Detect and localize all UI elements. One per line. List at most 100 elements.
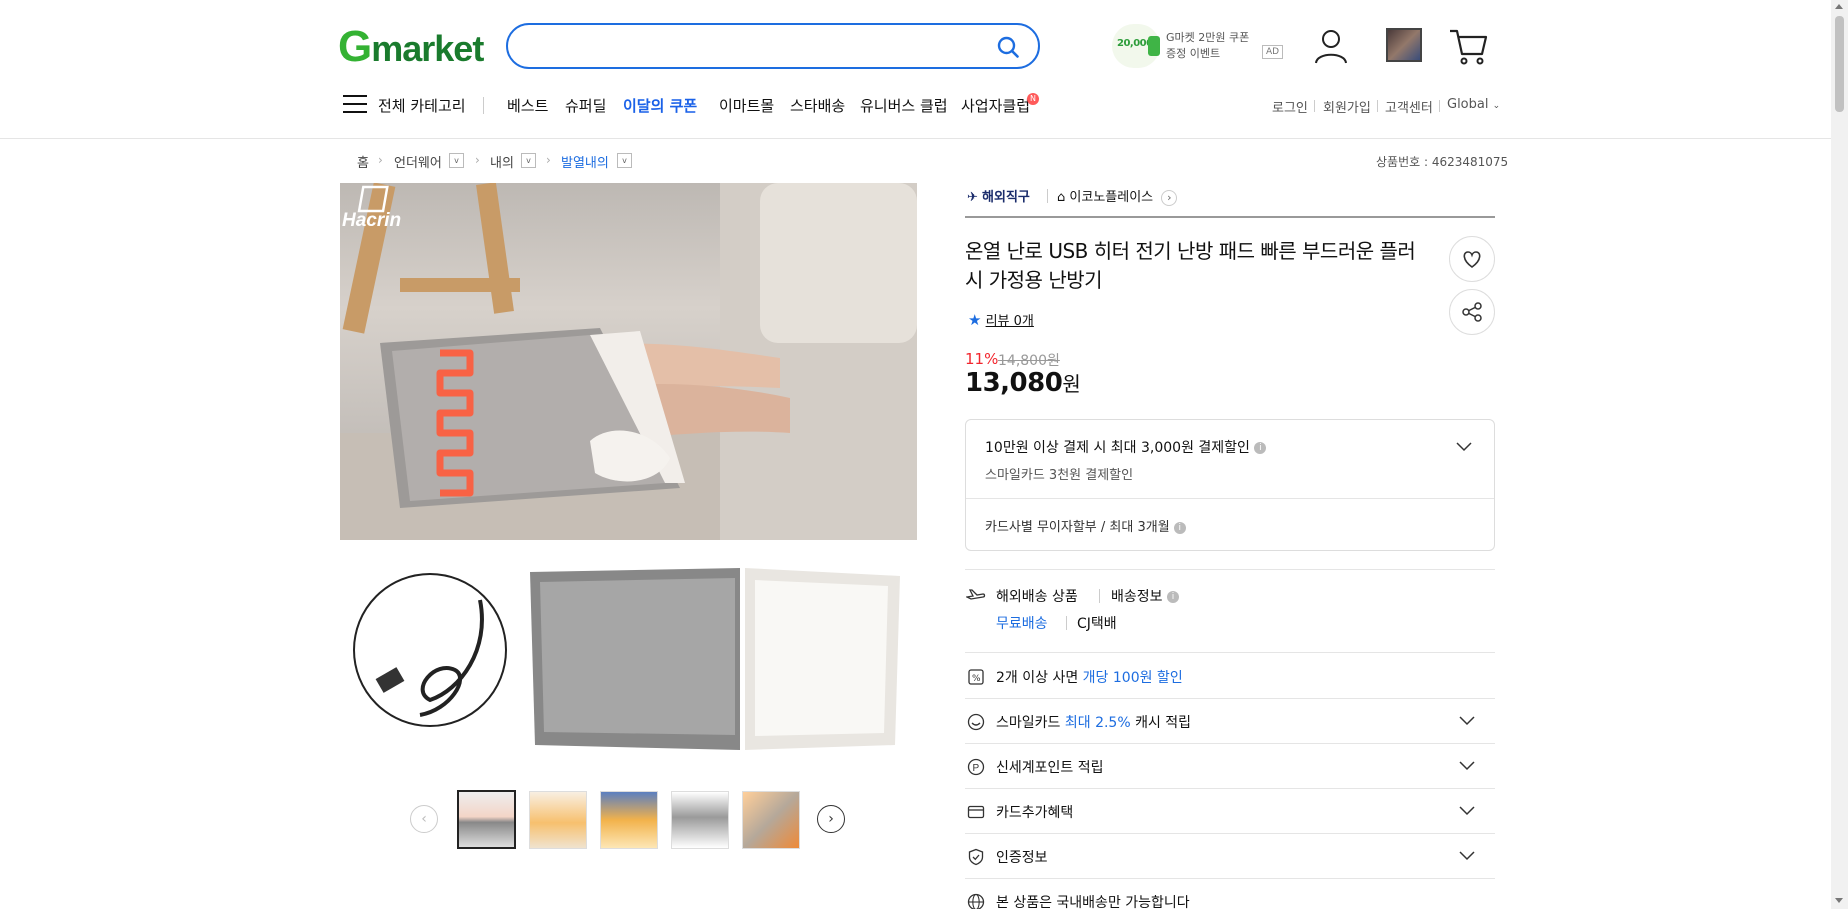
box-divider [966,498,1494,499]
shield-check-icon [968,848,984,866]
heart-icon [1463,251,1481,268]
search-icon[interactable] [996,35,1020,59]
thumbnail-1[interactable] [457,790,516,849]
share-icon [1462,302,1482,322]
chevron-down-icon[interactable] [1456,442,1472,452]
promo-line-2: 증정 이벤트 [1166,47,1221,60]
free-shipping: 무료배송 [996,616,1048,632]
section-divider [965,743,1495,744]
chevron-down-icon[interactable]: v [617,153,632,168]
global-dropdown[interactable]: Global ⌄ [1447,97,1500,112]
thumbnail-4[interactable] [671,791,729,849]
card-extra-benefits: 카드추가혜택 [996,805,1074,821]
store-name: 이코노플레이스 [1069,190,1154,205]
info-icon[interactable]: i [1254,442,1267,454]
info-icon[interactable]: i [1166,591,1179,603]
link-divider [1439,100,1440,112]
user-icon[interactable] [1311,26,1351,66]
thumbnail-3[interactable] [600,791,658,849]
product-main-image[interactable]: Hacrin [340,183,917,540]
section-divider [965,569,1495,570]
chevron-down-icon[interactable]: v [449,153,464,168]
nav-universe-club[interactable]: 유니버스 클럽 [860,95,948,116]
nav-monthly-coupon[interactable]: 이달의 쿠폰 [623,95,697,116]
logo-text: market [371,28,484,69]
breadcrumb-level2[interactable]: 내의 [490,152,514,171]
nav-best[interactable]: 베스트 [507,95,548,116]
card-discount-title: 10만원 이상 결제 시 최대 3,000원 결제할인 i [985,437,1267,457]
nav-business-club[interactable]: 사업자클럽 [961,95,1030,116]
thumb-prev-button[interactable]: ‹ [410,805,438,833]
scrollbar-thumb[interactable] [1835,16,1844,112]
breadcrumb-home[interactable]: 홈 [357,152,369,171]
overseas-direct-chip[interactable]: ✈ 해외직구 [967,186,1030,205]
payment-benefits-box[interactable]: 10만원 이상 결제 시 최대 3,000원 결제할인 i 스마일카드 3천원 … [965,419,1495,551]
chevron-down-icon[interactable] [1459,761,1475,771]
courier: CJ택배 [1077,616,1117,632]
link-divider [1377,100,1378,112]
card-discount-sub: 스마일카드 3천원 결제할인 [985,468,1134,483]
chevron-down-icon: ⌄ [1492,101,1501,111]
gmarket-logo[interactable]: Gmarket [338,24,484,69]
shinsegae-point: 신세계포인트 적립 [996,760,1104,776]
thumbnail-2[interactable] [529,791,587,849]
section-divider [965,652,1495,653]
all-categories-button[interactable]: 전체 카테고리 [378,95,466,116]
cart-icon[interactable] [1448,26,1488,66]
shipping-info[interactable]: 배송정보 i [1111,586,1179,606]
home-icon: ⌂ [1057,190,1066,205]
scrollbar-track[interactable] [1831,0,1848,909]
global-label: Global [1447,97,1489,112]
store-link[interactable]: ⌂ 이코노플레이스 › [1057,186,1178,206]
chip-divider [1047,189,1048,203]
search-input[interactable] [528,33,978,59]
scroll-up-icon[interactable] [1835,4,1843,9]
multi-buy-discount: 2개 이상 사면 개당 100원 할인 [996,670,1183,686]
coupon-promo-banner[interactable]: 20,000 G마켓 2만원 쿠폰증정 이벤트 AD [1112,24,1284,68]
customer-center-link[interactable]: 고객센터 [1385,97,1433,116]
scroll-down-icon[interactable] [1835,898,1843,903]
airplane-outline-icon [966,589,986,600]
product-title: 온열 난로 USB 히터 전기 난방 패드 빠른 부드러운 플러시 가정용 난방… [965,239,1416,292]
promo-line-1: G마켓 2만원 쿠폰 [1166,31,1250,44]
thumb-next-button[interactable]: › [817,805,845,833]
breadcrumb-level3[interactable]: 발열내의 [561,152,609,171]
discount-rate: 11% [965,350,999,368]
chevron-down-icon[interactable]: v [521,153,536,168]
ad-badge: AD [1262,45,1284,59]
chevron-down-icon[interactable] [1459,716,1475,726]
review-link[interactable]: ★ 리뷰 0개 [968,310,1034,329]
wishlist-button[interactable] [1449,236,1495,282]
store-divider [965,216,1495,218]
pad-with-cable-photo [353,568,900,750]
section-divider [965,788,1495,789]
row-divider [1099,589,1100,603]
product-secondary-image [340,550,917,755]
chevron-right-icon: › [378,153,383,167]
thumbnail-5[interactable] [742,791,800,849]
chevron-right-icon: › [475,153,480,167]
share-button[interactable] [1449,289,1495,335]
login-link[interactable]: 로그인 [1272,97,1308,116]
chevron-down-icon[interactable] [1459,806,1475,816]
breadcrumb-level1[interactable]: 언더웨어 [394,152,442,171]
menu-icon[interactable] [343,95,367,115]
brand-watermark: Hacrin [342,210,401,231]
nav-star-delivery[interactable]: 스타배송 [790,95,845,116]
svg-text:P: P [973,763,980,774]
search-box[interactable] [506,23,1040,69]
smile-card-icon [967,713,985,731]
coupon-coin-icon: 20,000 [1112,24,1160,68]
overseas-shipping-label: 해외배송 상품 [996,589,1078,605]
section-divider [965,833,1495,834]
nav-superdeal[interactable]: 슈퍼딜 [565,95,606,116]
sale-price-number: 13,080 [965,368,1063,398]
recent-viewed-thumbnail[interactable] [1386,28,1422,62]
domestic-only-notice: 본 상품은 국내배송만 가능합니다 [996,895,1190,909]
info-icon[interactable]: i [1173,521,1186,534]
signup-link[interactable]: 회원가입 [1323,97,1371,116]
nav-emartmall[interactable]: 이마트몰 [719,95,774,116]
certification-info: 인증정보 [996,850,1048,866]
chevron-down-icon[interactable] [1459,851,1475,861]
nav-divider [483,97,484,114]
